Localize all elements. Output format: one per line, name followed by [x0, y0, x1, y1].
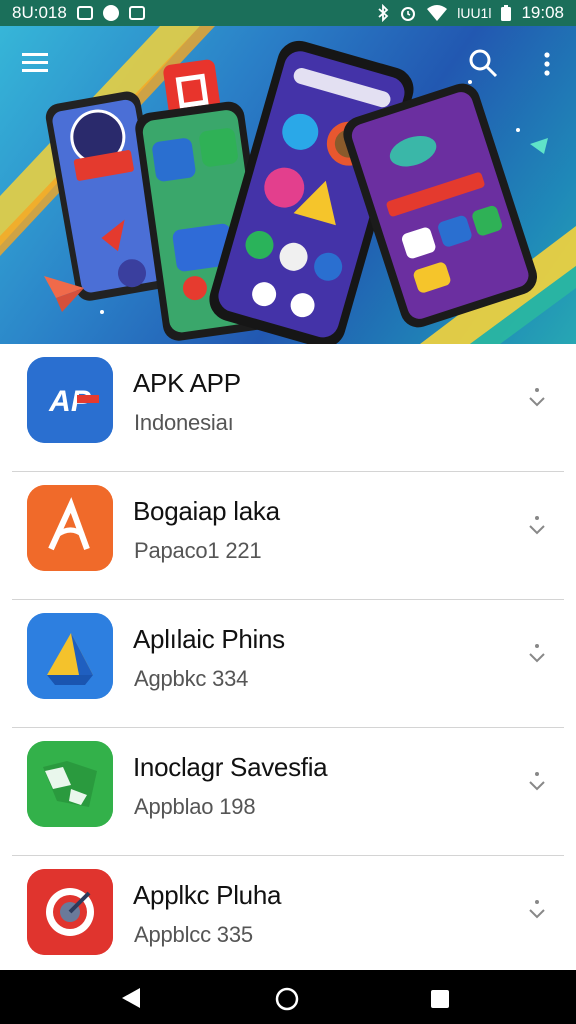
apk-app-icon: AP: [27, 357, 113, 443]
app-title: Aplılaic Phins: [133, 624, 285, 654]
chevron-down-icon[interactable]: [525, 768, 549, 798]
list-item[interactable]: Aplılaic Phins Agpbkc 334: [0, 600, 576, 728]
battery-icon: [501, 5, 512, 21]
image-notification-icon: [128, 6, 145, 20]
circle-notification-icon: [102, 5, 119, 21]
orange-a-app-icon: [27, 485, 113, 571]
alarm-icon: [401, 7, 416, 21]
app-title: Inoclagr Savesfia: [133, 752, 328, 782]
carrier-text: lUU1l: [457, 5, 492, 21]
app-list: AP APK APP Indonesiaı Bogaiap laka Papac…: [0, 344, 576, 970]
notification-icon: [76, 6, 93, 20]
navigation-bar: [0, 970, 576, 1024]
blue-triangle-app-icon: [27, 613, 113, 699]
status-bar: 8U:018 lUU1l 19:08: [0, 0, 576, 26]
chevron-down-icon[interactable]: [525, 896, 549, 926]
search-icon[interactable]: [468, 48, 498, 78]
wifi-icon: [427, 5, 448, 21]
list-item[interactable]: Applkc Pluha Appblcc 335: [0, 856, 576, 984]
app-subtitle: Appblcc 335: [134, 922, 253, 947]
status-bar-right: lUU1l 19:08: [376, 3, 564, 23]
hamburger-menu-icon[interactable]: [22, 52, 48, 74]
app-subtitle: Papaco1 221: [134, 538, 262, 563]
status-bar-left: 8U:018: [12, 3, 145, 23]
red-target-app-icon: [27, 869, 113, 955]
chevron-down-icon[interactable]: [525, 384, 549, 414]
app-title: Bogaiap laka: [133, 496, 280, 526]
status-time-right: 19:08: [521, 3, 564, 22]
list-item[interactable]: Inoclagr Savesfia Appblao 198: [0, 728, 576, 856]
hero-banner: [0, 26, 576, 344]
app-subtitle: Indonesiaı: [134, 410, 234, 435]
home-circle-icon[interactable]: [275, 987, 299, 1011]
list-item[interactable]: AP APK APP Indonesiaı: [0, 344, 576, 472]
recents-square-icon[interactable]: [430, 989, 450, 1009]
app-subtitle: Agpbkc 334: [134, 666, 249, 691]
app-title: Applkc Pluha: [133, 880, 282, 910]
green-map-app-icon: [27, 741, 113, 827]
app-title: APK APP: [133, 368, 241, 398]
chevron-down-icon[interactable]: [525, 512, 549, 542]
list-item[interactable]: Bogaiap laka Papaco1 221: [0, 472, 576, 600]
bluetooth-icon: [378, 4, 389, 22]
more-vertical-icon[interactable]: [542, 52, 552, 76]
status-time-left: 8U:018: [12, 3, 67, 22]
app-subtitle: Appblao 198: [134, 794, 256, 819]
back-triangle-icon[interactable]: [120, 987, 142, 1009]
chevron-down-icon[interactable]: [525, 640, 549, 670]
